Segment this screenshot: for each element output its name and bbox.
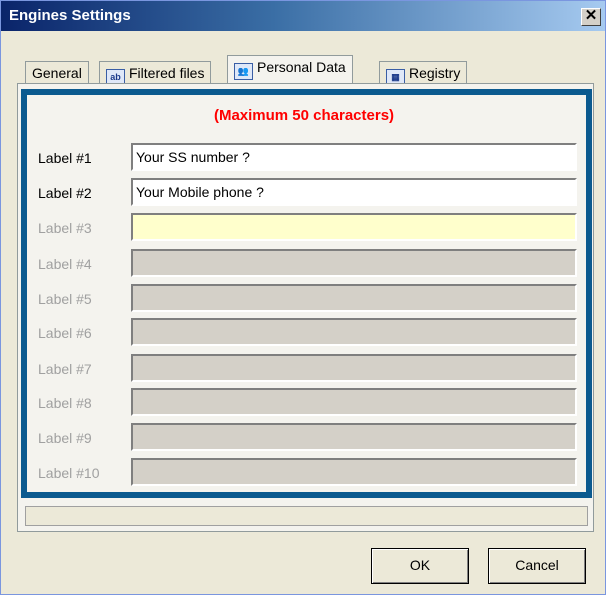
- tab-label: Registry: [409, 65, 461, 81]
- label-6: Label #6: [38, 325, 92, 341]
- cancel-label: Cancel: [515, 557, 559, 573]
- tab-filtered-files[interactable]: ab Filtered files: [99, 61, 212, 86]
- label-10-field[interactable]: [131, 458, 577, 486]
- tab-registry[interactable]: ▦ Registry: [379, 61, 468, 86]
- status-strip: [25, 506, 588, 526]
- tab-label: General: [32, 65, 82, 81]
- label-1-field[interactable]: [131, 143, 577, 171]
- label-7-field[interactable]: [131, 354, 577, 382]
- label-2-field[interactable]: [131, 178, 577, 206]
- tab-general[interactable]: General: [25, 61, 89, 83]
- label-6-field[interactable]: [131, 318, 577, 346]
- tab-label: Personal Data: [257, 59, 346, 75]
- window-title: Engines Settings: [9, 7, 131, 24]
- label-8-field[interactable]: [131, 388, 577, 416]
- close-icon: ✕: [584, 7, 598, 24]
- label-8: Label #8: [38, 395, 92, 411]
- label-7: Label #7: [38, 361, 92, 377]
- label-2: Label #2: [38, 185, 92, 201]
- person-card-icon: 👥: [234, 63, 253, 80]
- label-3-field[interactable]: [131, 213, 577, 241]
- label-3: Label #3: [38, 220, 92, 236]
- label-9-field[interactable]: [131, 423, 577, 451]
- cancel-button[interactable]: Cancel: [488, 548, 586, 584]
- close-button[interactable]: ✕: [581, 8, 601, 26]
- label-5: Label #5: [38, 291, 92, 307]
- label-4: Label #4: [38, 256, 92, 272]
- ok-label: OK: [409, 557, 431, 573]
- label-10: Label #10: [38, 465, 100, 481]
- label-1: Label #1: [38, 150, 92, 166]
- tab-personal-data[interactable]: 👥 Personal Data: [227, 55, 353, 83]
- ok-button[interactable]: OK: [371, 548, 469, 584]
- label-4-field[interactable]: [131, 249, 577, 277]
- tab-label: Filtered files: [129, 65, 205, 81]
- max-length-note: (Maximum 50 characters): [213, 107, 395, 124]
- label-9: Label #9: [38, 430, 92, 446]
- settings-window: Engines Settings ✕ General ab Filtered fi…: [0, 0, 606, 595]
- title-bar[interactable]: Engines Settings ✕: [1, 1, 605, 31]
- label-5-field[interactable]: [131, 284, 577, 312]
